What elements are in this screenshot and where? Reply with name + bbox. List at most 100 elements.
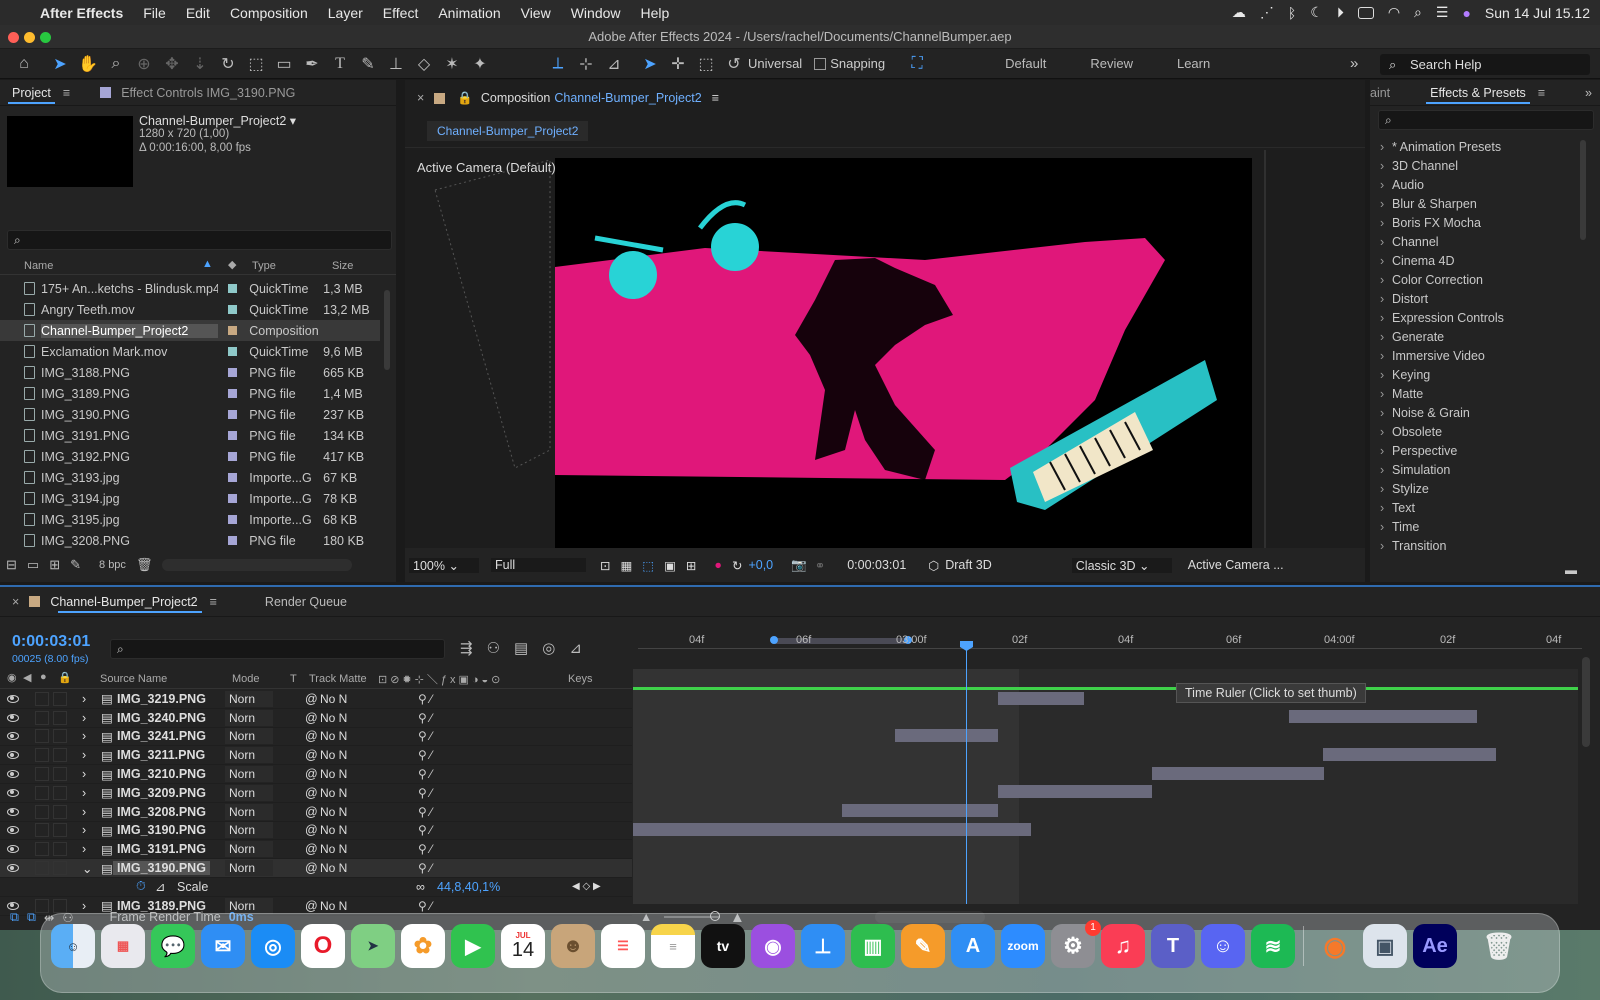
graph-icon[interactable]: ⊿: [155, 879, 165, 894]
view-axis-icon[interactable]: ⊿: [600, 51, 628, 77]
interpret-footage-icon[interactable]: ⊟: [6, 557, 17, 573]
notes-icon[interactable]: ≡: [651, 924, 695, 968]
lock-toggle[interactable]: [53, 729, 67, 744]
solo-toggle[interactable]: [35, 710, 49, 725]
effects-category[interactable]: Simulation: [1376, 461, 1600, 480]
eye-icon[interactable]: [7, 845, 19, 854]
track-matte-dropdown[interactable]: No N: [320, 823, 368, 837]
show-snapshot-icon[interactable]: ⚭: [815, 558, 825, 573]
moon-icon[interactable]: ☾: [1310, 4, 1323, 21]
effects-category[interactable]: Color Correction: [1376, 271, 1600, 290]
blender-icon[interactable]: ◉: [1313, 924, 1357, 968]
roto-brush-icon[interactable]: ✶: [438, 51, 466, 77]
renderer-dropdown[interactable]: Classic 3D ⌄: [1071, 557, 1172, 573]
tab-paint-truncated[interactable]: aint: [1370, 86, 1390, 100]
pen-icon[interactable]: ✎: [70, 557, 81, 573]
label-swatch[interactable]: [228, 368, 238, 377]
discord-icon[interactable]: ☺: [1201, 924, 1245, 968]
eye-icon[interactable]: [7, 770, 19, 779]
layer-row[interactable]: › ▤ IMG_3240.PNG Norn @ No N ⚲ ⁄: [0, 709, 632, 728]
dots-icon[interactable]: ⋰: [1260, 4, 1274, 21]
messages-icon[interactable]: 💬: [151, 924, 195, 968]
keyframe-nav-icon[interactable]: ◀ ◇ ▶: [572, 881, 601, 892]
apple-tv-icon[interactable]: tv: [701, 924, 745, 968]
podcasts-icon[interactable]: ◉: [751, 924, 795, 968]
toggle-modes-icon[interactable]: ⧉: [27, 910, 36, 925]
link-icon[interactable]: @: [305, 729, 318, 743]
lock-toggle[interactable]: [53, 861, 67, 876]
layer-name[interactable]: IMG_3240.PNG: [117, 711, 206, 725]
solo-toggle[interactable]: [35, 691, 49, 706]
pen-tool-icon[interactable]: ✒: [298, 51, 326, 77]
layer-switches[interactable]: ⚲ ⁄: [418, 748, 432, 762]
lock-icon[interactable]: 🔒: [457, 91, 473, 106]
eraser-tool-icon[interactable]: ◇: [410, 51, 438, 77]
transparency-grid-icon[interactable]: ▦: [620, 558, 632, 573]
play-icon[interactable]: ⏵: [1337, 4, 1344, 21]
expand-chevron-icon[interactable]: ›: [82, 823, 86, 837]
label-swatch[interactable]: [228, 431, 238, 440]
orbit-camera-icon[interactable]: ⊕: [130, 51, 158, 77]
solo-header-icon[interactable]: ●: [40, 671, 47, 683]
label-swatch[interactable]: [228, 536, 238, 545]
layer-row[interactable]: › ▤ IMG_3210.PNG Norn @ No N ⚲ ⁄: [0, 765, 632, 784]
contacts-icon[interactable]: ☻: [551, 924, 595, 968]
brush-tool-icon[interactable]: ✎: [354, 51, 382, 77]
blend-mode-dropdown[interactable]: Norn: [225, 747, 273, 764]
link-icon[interactable]: @: [305, 805, 318, 819]
creative-cloud-icon[interactable]: ☁: [1232, 4, 1246, 21]
shy-layers-icon[interactable]: ⚇: [487, 639, 500, 657]
layer-switches[interactable]: ⚲ ⁄: [418, 842, 432, 856]
effects-search-input[interactable]: ⌕: [1378, 110, 1594, 130]
blend-mode-dropdown[interactable]: Norn: [225, 784, 273, 801]
photos-icon[interactable]: ✿: [401, 924, 445, 968]
solo-toggle[interactable]: [35, 767, 49, 782]
eye-icon[interactable]: [7, 751, 19, 760]
link-icon[interactable]: @: [305, 711, 318, 725]
teams-icon[interactable]: T: [1151, 924, 1195, 968]
layer-name[interactable]: IMG_3211.PNG: [117, 748, 205, 762]
zoom-icon[interactable]: zoom: [1001, 924, 1045, 968]
scale-value[interactable]: 44,8,40,1%: [437, 880, 500, 894]
lock-toggle[interactable]: [53, 710, 67, 725]
track-matte-dropdown[interactable]: No N: [320, 842, 368, 856]
layer-duration-bar[interactable]: [1152, 767, 1324, 780]
label-swatch[interactable]: [228, 515, 238, 524]
project-menu-icon[interactable]: ≡: [63, 86, 70, 100]
project-hscroll[interactable]: [162, 559, 353, 571]
menu-layer[interactable]: Layer: [318, 5, 373, 21]
collapse-chevron-icon[interactable]: ⌄: [82, 861, 92, 876]
grid-guides-icon[interactable]: ⊞: [686, 558, 696, 573]
eye-icon[interactable]: [7, 788, 19, 797]
project-item[interactable]: IMG_3188.PNG PNG file 665 KB: [0, 362, 380, 383]
effects-category[interactable]: Perspective: [1376, 442, 1600, 461]
reset-exposure-icon[interactable]: ↻: [732, 558, 742, 573]
layer-row[interactable]: › ▤ IMG_3241.PNG Norn @ No N ⚲ ⁄: [0, 728, 632, 747]
label-swatch[interactable]: [228, 305, 238, 314]
local-axis-icon[interactable]: ⟂: [544, 51, 572, 77]
expand-chevron-icon[interactable]: ›: [82, 786, 86, 800]
new-composition-icon[interactable]: ⊞: [49, 557, 60, 573]
timeline-vscroll[interactable]: [1582, 657, 1590, 747]
eye-icon[interactable]: [7, 807, 19, 816]
home-icon[interactable]: ⌂: [10, 51, 38, 77]
layer-name[interactable]: IMG_3208.PNG: [117, 805, 206, 819]
search-icon[interactable]: ⌕: [1414, 4, 1422, 21]
solo-toggle[interactable]: [35, 785, 49, 800]
header-size[interactable]: Size: [332, 260, 353, 272]
blend-mode-dropdown[interactable]: Norn: [225, 690, 273, 707]
scale-property-row[interactable]: ⏱ ⊿ Scale ∞ 44,8,40,1% ◀ ◇ ▶: [0, 878, 632, 897]
link-icon[interactable]: @: [305, 748, 318, 762]
eye-icon[interactable]: [7, 826, 19, 835]
layer-switches[interactable]: ⚲ ⁄: [418, 805, 432, 819]
layer-row[interactable]: › ▤ IMG_3190.PNG Norn @ No N ⚲ ⁄: [0, 822, 632, 841]
effects-category[interactable]: Expression Controls: [1376, 309, 1600, 328]
constrain-link-icon[interactable]: ∞: [416, 880, 425, 894]
expand-chevron-icon[interactable]: ›: [82, 692, 86, 706]
puppet-pin-icon[interactable]: ✦: [466, 51, 494, 77]
menu-edit[interactable]: Edit: [176, 5, 220, 21]
comp-info-name[interactable]: Channel-Bumper_Project2 ▾: [139, 113, 296, 128]
layer-name[interactable]: IMG_3190.PNG: [113, 861, 210, 876]
layer-name[interactable]: IMG_3210.PNG: [117, 767, 206, 781]
link-icon[interactable]: @: [305, 842, 318, 856]
